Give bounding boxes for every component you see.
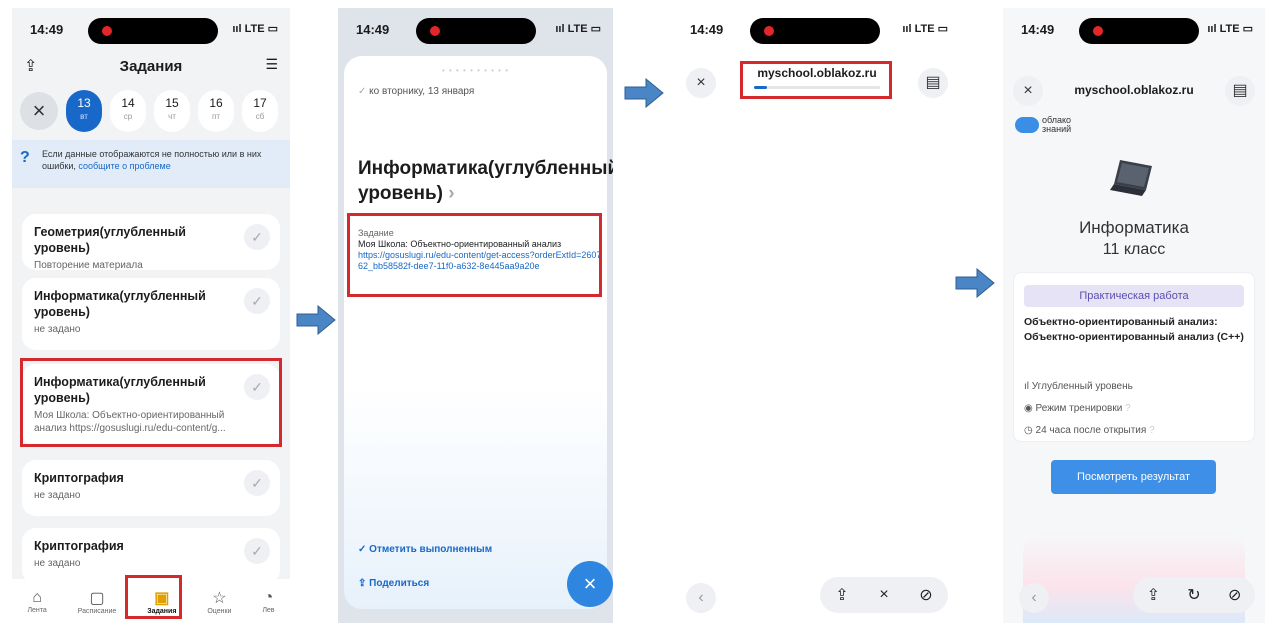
problem-banner: ? Если данные отображаются не полностью … [12, 140, 290, 188]
tab-feed[interactable]: ⌂ Лента [27, 589, 46, 614]
arrow-right-icon [955, 268, 995, 298]
question-icon: ? [20, 149, 30, 166]
status-bar: 14:49 ııl LTE ▭ [338, 8, 613, 48]
level-info: ıl Углубленный уровень [1024, 381, 1133, 392]
laptop-icon [1110, 160, 1152, 196]
highlight-box [347, 213, 602, 297]
compass-icon[interactable]: ⊘ [919, 585, 932, 605]
close-icon[interactable]: × [686, 68, 716, 98]
check-icon[interactable]: ✓ [244, 224, 270, 250]
close-icon[interactable]: × [879, 586, 888, 604]
help-icon: ? [1125, 403, 1131, 414]
time-info: ◷ 24 часа после открытия ? [1024, 425, 1155, 436]
highlight-box [740, 61, 892, 99]
status-signal: ııl LTE ▭ [1207, 23, 1253, 35]
star-icon: ☆ [212, 589, 227, 607]
page-title: Задания [119, 58, 183, 75]
mode-info: ◉ Режим тренировки ? [1024, 403, 1131, 414]
subject-name: Информатика [1079, 218, 1189, 237]
dynamic-island [416, 18, 536, 44]
work-title: Объектно-ориентированный анализ: Объектн… [1024, 316, 1244, 343]
grade-label: 11 класс [1102, 241, 1166, 258]
dynamic-island [1079, 18, 1199, 44]
check-icon[interactable]: ✓ [244, 288, 270, 314]
work-info-card: Практическая работа Объектно-ориентирова… [1013, 272, 1255, 442]
status-time: 14:49 [30, 22, 64, 37]
date-picker: × 13 вт 14 ср 15 чт 16 пт 17 сб [20, 86, 282, 136]
date-item[interactable]: 16 пт [198, 90, 234, 132]
work-type-badge: Практическая работа [1024, 285, 1244, 307]
header: ⇪ Задания ☰ [12, 48, 290, 88]
due-date: ✓ ко вторнику, 13 января [358, 86, 475, 97]
status-signal: ııl LTE ▭ [555, 23, 601, 35]
compass-icon[interactable]: ⊘ [1228, 585, 1241, 605]
feed-icon: ⌂ [32, 588, 42, 606]
highlight-box [125, 575, 182, 619]
share-button[interactable]: ⇪ Поделиться [358, 578, 429, 589]
status-signal: ııl LTE ▭ [902, 23, 948, 35]
view-result-button[interactable]: Посмотреть результат [1051, 460, 1216, 494]
tab-lev[interactable]: ◔ Лев [262, 589, 274, 614]
status-time: 14:49 [1021, 22, 1055, 37]
help-icon: ? [1149, 425, 1155, 436]
check-icon[interactable]: ✓ [244, 470, 270, 496]
sheet-grip[interactable]: • • • • • • • • • • [344, 66, 607, 75]
status-bar: 14:49 ııl LTE ▭ [12, 8, 290, 48]
reader-icon[interactable]: ▤ [918, 68, 948, 98]
bars-icon: ıl [1024, 381, 1032, 392]
dynamic-island [750, 18, 880, 44]
date-item[interactable]: 15 чт [154, 90, 190, 132]
date-item[interactable]: 17 сб [242, 90, 278, 132]
lev-icon: ◔ [263, 588, 274, 606]
screen-assignments: 14:49 ııl LTE ▭ ⇪ Задания ☰ × 13 вт 14 ср … [12, 8, 290, 623]
clock-icon: ◷ [1024, 425, 1036, 436]
mark-done-button[interactable]: ✓ Отметить выполненным [358, 544, 492, 555]
calendar-icon: ▢ [89, 589, 105, 607]
status-bar: 14:49 ııl LTE ▭ [672, 8, 962, 48]
screen-browser-loading: 14:49 ııl LTE ▭ × myschool.oblakoz.ru ▤ … [672, 8, 962, 623]
task-card[interactable]: Информатика(углубленный уровень) не зада… [22, 278, 280, 350]
filter-icon[interactable]: ☰ [265, 56, 278, 73]
arrow-right-icon [624, 78, 664, 108]
task-card[interactable]: Криптография не задано ✓ [22, 460, 280, 516]
screen-practical-work: 14:49 ııl LTE ▭ × myschool.oblakoz.ru ▤ … [1003, 8, 1265, 623]
subject-title[interactable]: Информатика(углубленный уровень) › [358, 156, 613, 206]
share-icon[interactable]: ⇪ [1147, 585, 1160, 605]
status-time: 14:49 [690, 22, 724, 37]
back-icon[interactable]: ‹ [686, 583, 716, 613]
back-icon[interactable]: ‹ [1019, 583, 1049, 613]
date-item[interactable]: 13 вт [66, 90, 102, 132]
reload-icon[interactable]: ↻ [1187, 585, 1200, 605]
report-problem-link[interactable]: сообщите о проблеме [78, 161, 170, 171]
task-card[interactable]: Геометрия(углубленный уровень) Повторени… [22, 214, 280, 271]
share-icon: ⇪ [358, 578, 370, 589]
screen-task-detail: 14:49 ııl LTE ▭ • • • • • • • • • • ✓ ко… [338, 8, 613, 623]
status-time: 14:49 [356, 22, 390, 37]
close-icon[interactable]: × [1013, 76, 1043, 106]
check-icon: ✓ [358, 544, 370, 555]
address-bar[interactable]: myschool.oblakoz.ru [1063, 83, 1205, 97]
browser-toolbar: ⇪ × ⊘ [820, 577, 948, 613]
eye-icon: ◉ [1024, 403, 1036, 414]
check-icon: ✓ [358, 86, 370, 97]
date-item[interactable]: 14 ср [110, 90, 146, 132]
status-bar: 14:49 ııl LTE ▭ [1003, 8, 1265, 48]
browser-toolbar: ⇪ ↻ ⊘ [1133, 577, 1255, 613]
check-icon[interactable]: ✓ [244, 538, 270, 564]
tab-grades[interactable]: ☆ Оценки [207, 588, 231, 615]
close-icon[interactable]: × [20, 92, 58, 130]
task-sheet: • • • • • • • • • • ✓ ко вторнику, 13 ян… [344, 56, 613, 609]
dynamic-island [88, 18, 218, 44]
tab-schedule[interactable]: ▢ Расписание [78, 588, 117, 615]
status-signal: ııl LTE ▭ [232, 23, 278, 35]
arrow-right-icon [296, 305, 336, 335]
reader-icon[interactable]: ▤ [1225, 76, 1255, 106]
highlight-box [20, 358, 282, 447]
close-fab[interactable]: × [567, 561, 613, 607]
oblako-znaniy-logo: облако знаний [1015, 116, 1071, 134]
share-icon[interactable]: ⇪ [835, 585, 848, 605]
